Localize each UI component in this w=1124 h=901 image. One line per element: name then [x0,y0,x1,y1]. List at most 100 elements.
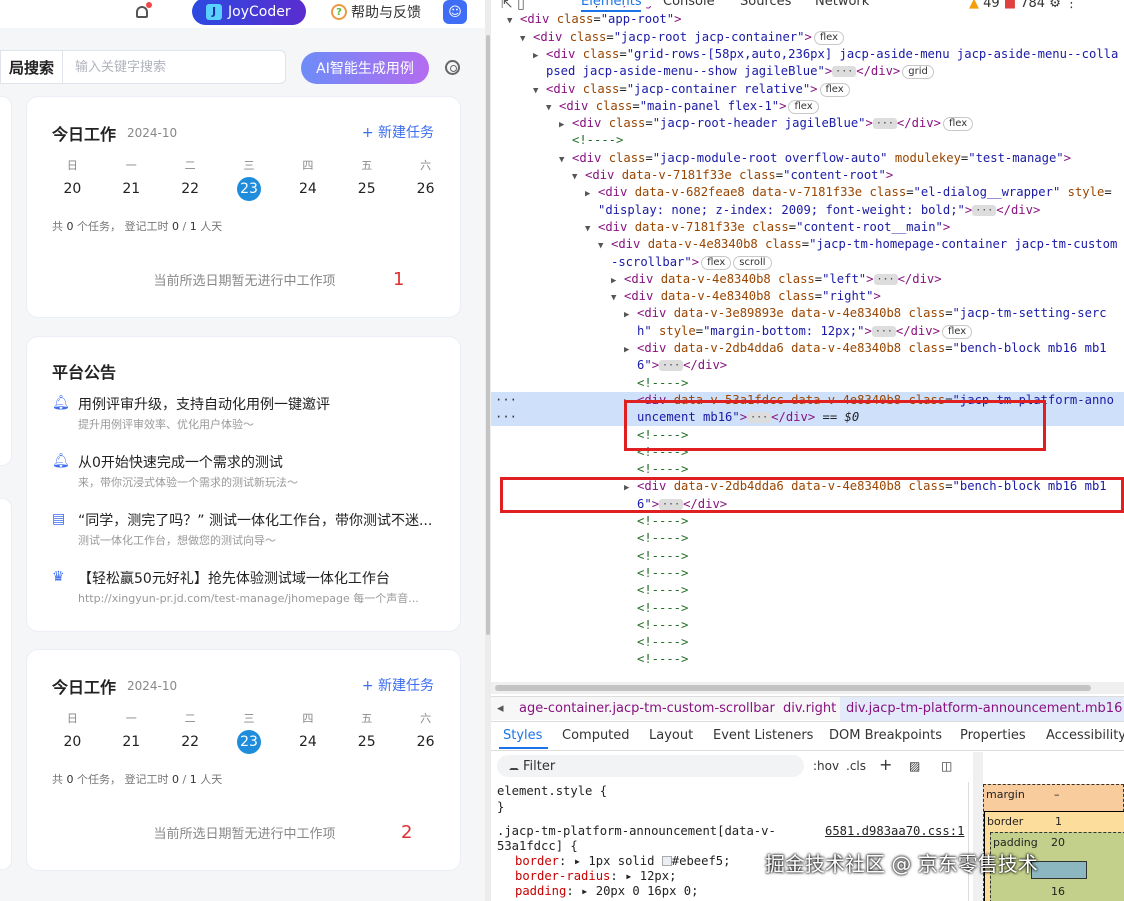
scrollbar-thumb[interactable] [486,35,490,635]
sidebar-toggle-icon[interactable]: ◫ [941,759,952,773]
date-cell[interactable]: 24 [296,177,320,201]
color-swatch[interactable] [661,856,672,866]
css-declaration[interactable]: border-radius: ▸ 12px; [515,869,676,885]
ai-generate-testcase-button[interactable]: AI智能生成用例 [301,52,429,84]
date-cell[interactable]: 20 [60,730,84,754]
joycoder-button[interactable]: J JoyCoder [192,0,306,25]
ellipsis-badge[interactable]: ··· [972,204,997,216]
bell-icon: 🔔︎ [52,395,70,411]
dom-node-line[interactable]: <!----> [491,375,1124,392]
tab-layout[interactable]: Layout [649,728,693,743]
dom-token: </svg> [615,6,659,9]
dom-node-line[interactable]: <!----> [491,634,1124,651]
dom-node-line[interactable]: 6"> ··· </div> [491,357,1124,374]
date-cell[interactable]: 26 [414,177,438,201]
dom-node-line[interactable]: <!----> [491,582,1124,599]
dom-node-line[interactable]: <!----> [491,132,1124,149]
breadcrumb-scroll-left-icon[interactable]: ◂ [497,701,504,716]
tab-properties[interactable]: Properties [960,728,1026,743]
date-cell[interactable]: 21 [119,730,143,754]
dom-token: <div [637,341,674,355]
ellipsis-badge[interactable]: ··· [872,118,897,130]
styles-filter-input[interactable] [497,755,804,777]
tab-computed[interactable]: Computed [562,728,630,743]
dom-node-line[interactable]: -scrollbar"> flex scroll [491,254,1124,271]
horizontal-scrollbar[interactable] [491,682,1124,694]
app-topbar: J JoyCoder ? 帮助与反馈 ☺ [0,0,485,28]
box-model-margin[interactable]: margin – border 1 padding 20 16 1 [983,784,1124,901]
dom-node-line[interactable]: <!----> [491,548,1124,565]
date-cell[interactable]: 26 [414,730,438,754]
gear-icon[interactable] [445,60,460,75]
ellipsis-badge[interactable]: ··· [659,360,684,372]
layout-badge[interactable]: grid [902,65,934,80]
css-declaration[interactable]: padding: ▸ 20px 0 16px 0; [515,884,698,900]
layout-badge[interactable]: flex [819,82,850,97]
ellipsis-badge[interactable]: ··· [832,66,857,78]
add-rule-icon[interactable]: + [879,755,892,774]
breadcrumb-item[interactable]: div.right [783,701,836,716]
cls-toggle[interactable]: .cls [846,759,866,773]
layout-badge[interactable]: flex [701,255,732,270]
new-task-button[interactable]: + 新建任务 [362,122,434,142]
layout-badge[interactable]: scroll [733,255,772,270]
dom-node-line[interactable]: h" style="margin-bottom: 12px;"> ··· </div… [491,323,1124,340]
dom-tree[interactable]: ew: hidden;"></svg>▼ <div class="app-roo… [491,6,1124,682]
tab-accessibility[interactable]: Accessibility [1046,728,1124,743]
new-task-button[interactable]: + 新建任务 [362,675,434,695]
dom-node-line[interactable]: "display: none; z-index: 2009; font-weig… [491,202,1124,219]
css-source-link[interactable]: 6581.d983aa70.css:1 [825,824,964,840]
date-cell[interactable]: 20 [60,177,84,201]
date-cell[interactable]: 25 [355,177,379,201]
dom-token: <div [572,116,609,131]
date-cell[interactable]: 22 [178,177,202,201]
date-cell[interactable]: 22 [178,730,202,754]
css-declaration[interactable]: border: ▸ 1px solid #ebeef5; [515,854,730,870]
tab-dom-breakpoints[interactable]: DOM Breakpoints [829,728,942,743]
dom-node-line[interactable]: <!----> [491,461,1124,478]
breadcrumb-item-current[interactable]: div.jacp-tm-platform-announcement.mb16 [840,697,1124,721]
dom-node-line[interactable]: <!----> [491,530,1124,547]
dom-node-line[interactable]: <!----> [491,600,1124,617]
dom-node-line[interactable]: psed jacp-aside-menu--show jagileBlue"> ·… [491,63,1124,80]
tab-event-listeners[interactable]: Event Listeners [713,728,813,743]
work-summary: 共 0 个任务， 登记工时 0 / 1 人天 [52,220,223,233]
box-model-diagram: margin – border 1 padding 20 16 1 [973,752,1124,901]
search-input[interactable] [62,50,286,84]
paint-icon[interactable]: ▨ [909,759,920,773]
dom-token: "display: none; z-index: 2009; font-weig… [598,202,965,217]
help-feedback-link[interactable]: ? 帮助与反馈 [331,2,421,22]
node-menu-icon[interactable]: ··· [495,409,517,426]
dom-node-line[interactable]: <!----> [491,565,1124,582]
breadcrumb-item[interactable]: age-container.jacp-tm-custom-scrollbar [519,701,775,716]
dom-token: <!----> [637,548,689,563]
layout-badge[interactable]: flex [941,324,973,339]
date-cell[interactable]: 24 [296,730,320,754]
date-cell-selected[interactable]: 23 [237,177,261,201]
hov-toggle[interactable]: :hov [813,759,839,773]
notification-bell-icon[interactable] [134,2,152,22]
date-cell[interactable]: 21 [119,177,143,201]
today-work-card: 今日工作 2024-10 + 新建任务 日 一 二 三 四 五 六 20 21 … [26,649,461,871]
dom-token: = [645,116,653,131]
layout-badge[interactable]: flex [942,117,974,132]
annotation-marker: 2 [401,822,413,843]
dom-token: </div> [897,271,942,286]
avatar[interactable]: ☺ [443,0,467,24]
date-cell[interactable]: 25 [355,730,379,754]
scrollbar-thumb[interactable] [495,685,1091,691]
layout-badge[interactable]: flex [788,99,819,114]
ellipsis-badge[interactable]: ··· [873,273,898,285]
dom-node-line[interactable]: <!----> [491,651,1124,668]
dom-token: > [691,254,700,269]
dom-node-line[interactable]: <!----> [491,617,1124,634]
box-model-content[interactable] [1031,861,1087,879]
date-cell-selected[interactable]: 23 [237,730,261,754]
announcement-item-title: 从0开始快速完成一个需求的测试 [78,455,283,471]
tab-styles[interactable]: Styles [498,728,549,749]
ellipsis-badge[interactable]: ··· [871,325,896,337]
layout-badge[interactable]: flex [813,30,845,45]
dom-node-line[interactable]: <!----> [491,513,1124,530]
css-rules[interactable]: element.style { } .jacp-tm-platform-anno… [491,782,969,901]
node-menu-icon[interactable]: ··· [495,392,517,409]
